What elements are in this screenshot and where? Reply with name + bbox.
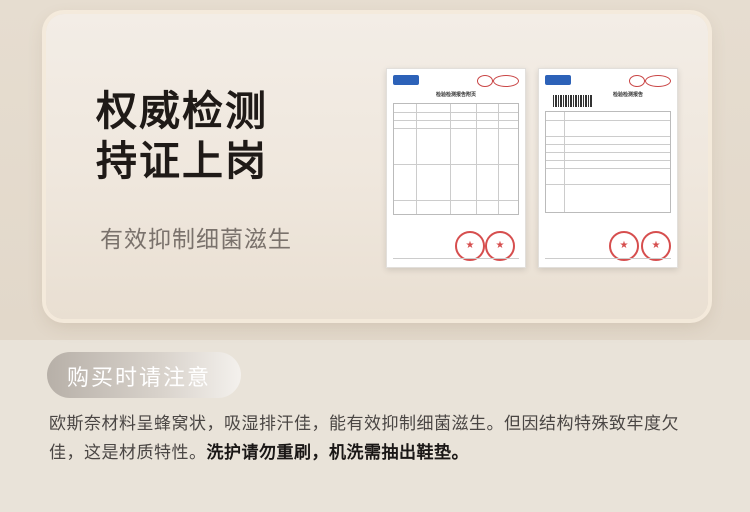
cma-mark-icon [629, 75, 645, 87]
test-report-image: 检验检测报告 ★ ★ [538, 68, 678, 268]
red-seal-icon: ★ [609, 231, 639, 261]
doc-title: 检验检测报告 [612, 92, 643, 98]
notice-text: 欧斯奈材料呈蜂窝状，吸湿排汗佳，能有效抑制细菌滋生。但因结构特殊致牢度欠佳，这是… [49, 410, 709, 468]
report-table [545, 111, 671, 213]
cnas-mark-icon [493, 75, 519, 87]
cma-mark-icon [477, 75, 493, 87]
red-seal-icon: ★ [641, 231, 671, 261]
doc-footer-line [393, 258, 519, 259]
hero-title: 权威检测 持证上岗 [96, 86, 296, 186]
cnas-mark-icon [645, 75, 671, 87]
doc-title: 检验检测报告附页 [435, 92, 476, 98]
notice-label: 购买时请注意 [67, 366, 212, 391]
notice-text-bold: 洗护请勿重刷，机洗需抽出鞋垫。 [206, 443, 469, 463]
hero-title-line2: 持证上岗 [96, 137, 268, 185]
report-table [393, 103, 519, 215]
lab-logo-icon [545, 75, 571, 85]
hero-title-line1: 权威检测 [96, 87, 268, 135]
hero-subtitle: 有效抑制细菌滋生 [100, 227, 292, 253]
red-seal-icon: ★ [485, 231, 515, 261]
red-seal-icon: ★ [455, 231, 485, 261]
test-report-attachment-image: 检验检测报告附页 ★ ★ [386, 68, 526, 268]
lab-logo-icon [393, 75, 419, 85]
doc-footer-line [545, 258, 671, 259]
